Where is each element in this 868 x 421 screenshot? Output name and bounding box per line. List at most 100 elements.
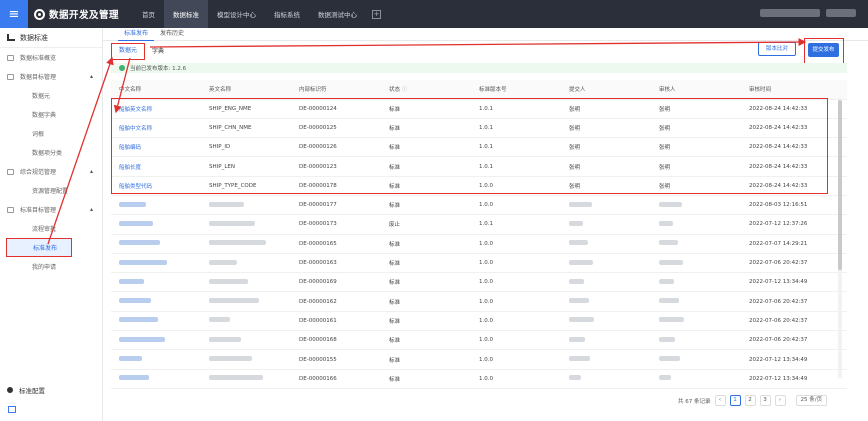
nav-model-design[interactable]: 模型设计中心 (208, 0, 265, 28)
subtab-data-element[interactable]: 数据元 (111, 43, 146, 60)
chart-icon (7, 34, 15, 41)
page-1[interactable]: 1 (729, 395, 741, 406)
cell-submitter: 张明 (561, 156, 651, 177)
sidebar-sub-approval[interactable]: 流程审批 (0, 219, 102, 238)
main-content: 标准发布 发布历史 数据元 字典 版本比对 提交发布 当前已发布版本: 1.2.… (103, 28, 868, 421)
sidebar-sub-dictionary[interactable]: 数据字典 (0, 105, 102, 124)
nav-home[interactable]: 首页 (133, 0, 164, 28)
sidebar-sub-data-element[interactable]: 数据元 (0, 86, 102, 105)
nav-metrics[interactable]: 指标系统 (265, 0, 309, 28)
table-row[interactable]: 船舶类型代码 SHIP_TYPE_CODE DE-00000178 标准 1.0.0 张明… (111, 176, 847, 196)
col-submitter[interactable]: 提交人 (561, 80, 651, 100)
redacted-text (569, 201, 592, 207)
cell-reviewer (651, 195, 741, 216)
sidebar-title: 数据标准 (0, 28, 102, 48)
user-avatar[interactable] (826, 9, 856, 17)
col-en-name[interactable]: 英文名称 (201, 80, 291, 100)
sidebar-sub-resource-config[interactable]: 资源管理配置 (0, 181, 102, 200)
cell-cn-name[interactable]: 船舶编码 (111, 137, 201, 158)
cell-internal-id: DE-00000126 (291, 137, 381, 158)
sidebar-item-standard-target[interactable]: 标准目标管理 ▴ (0, 200, 102, 219)
cell-submitter (561, 234, 651, 254)
cell-status: 标准 (381, 156, 471, 177)
page-size-select[interactable]: 25 条/页 (795, 395, 828, 406)
table-row[interactable]: DE-00000169 标准 1.0.0 2022-07-12 13:34:49 (111, 272, 847, 293)
cell-status: 标准 (381, 291, 471, 312)
cell-version: 1.0.0 (471, 349, 561, 370)
col-review-time[interactable]: 审核时间 (741, 80, 847, 100)
table-row[interactable]: 船舶编码 SHIP_ID DE-00000126 标准 1.0.1 张明 张明 2022-08… (111, 137, 847, 158)
collapse-icon[interactable] (8, 406, 16, 413)
cell-cn-name[interactable] (111, 369, 201, 389)
cell-cn-name[interactable] (111, 330, 201, 351)
subtab-dictionary[interactable]: 字典 (145, 45, 171, 59)
page-2[interactable]: 2 (744, 395, 756, 406)
table-row[interactable]: DE-00000168 标准 1.0.0 2022-07-06 20:42:37 (111, 330, 847, 351)
col-reviewer[interactable]: 审核人 (651, 80, 741, 100)
table-row[interactable]: 船舶英文名称 SHIP_ENG_NME DE-00000124 标准 1.0.1 张明 张明… (111, 99, 847, 119)
table-row[interactable]: DE-00000163 标准 1.0.0 2022-07-06 20:42:37 (111, 253, 847, 274)
cell-reviewer: 张明 (651, 99, 741, 119)
cell-cn-name[interactable] (111, 349, 201, 370)
cell-version: 1.0.0 (471, 253, 561, 274)
redacted-text (569, 356, 590, 361)
cell-reviewer: 张明 (651, 118, 741, 139)
tab-history[interactable]: 发布历史 (154, 28, 190, 41)
sidebar-sub-classification[interactable]: 数据项分类 (0, 143, 102, 162)
chevron-up-icon: ▴ (89, 206, 93, 213)
cell-cn-name[interactable] (111, 253, 201, 274)
page-3[interactable]: 3 (759, 395, 771, 406)
col-internal-id[interactable]: 内部标识符 (291, 80, 381, 100)
redacted-text (209, 336, 241, 342)
table-row[interactable]: 船舶长度 SHIP_LEN DE-00000123 标准 1.0.1 张明 张明 2022-0… (111, 156, 847, 177)
cell-cn-name[interactable] (111, 291, 201, 312)
cell-cn-name[interactable] (111, 234, 201, 254)
table-row[interactable]: DE-00000162 标准 1.0.0 2022-07-06 20:42:37 (111, 291, 847, 312)
cell-cn-name[interactable]: 船舶类型代码 (111, 176, 201, 196)
add-tab-icon[interactable]: + (372, 9, 382, 19)
prev-page-icon[interactable]: ‹ (714, 395, 726, 406)
cell-cn-name[interactable]: 船舶英文名称 (111, 99, 201, 119)
menu-icon[interactable]: ≡ (0, 0, 28, 28)
submit-publish-button[interactable]: 提交发布 (808, 43, 839, 57)
tab-publish[interactable]: 标准发布 (118, 28, 155, 41)
table-row[interactable]: DE-00000155 标准 1.0.0 2022-07-12 13:34:49 (111, 349, 847, 370)
cell-cn-name[interactable]: 船舶中文名称 (111, 118, 201, 139)
redacted-text (119, 336, 165, 342)
table-row[interactable]: DE-00000161 标准 1.0.0 2022-07-06 20:42:37 (111, 311, 847, 332)
sidebar-sub-root[interactable]: 词根 (0, 124, 102, 143)
redacted-text (659, 375, 671, 381)
sidebar-item-target-mgmt[interactable]: 数据目标管理 ▴ (0, 67, 102, 86)
redacted-text (209, 240, 266, 246)
nav-data-standard[interactable]: 数据标准 (164, 0, 209, 28)
cell-status: 废止 (381, 214, 471, 235)
cell-en-name (201, 369, 291, 389)
col-cn-name[interactable]: 中文名称 (111, 80, 201, 100)
redacted-text (119, 259, 167, 265)
table-row[interactable]: 船舶中文名称 SHIP_CHN_NME DE-00000125 标准 1.0.1 张明 张明… (111, 118, 847, 139)
table-row[interactable]: DE-00000177 标准 1.0.0 2022-08-03 12:16:51 (111, 195, 847, 216)
user-area[interactable] (760, 9, 856, 17)
redacted-text (119, 201, 146, 207)
cell-cn-name[interactable] (111, 272, 201, 293)
cell-cn-name[interactable] (111, 311, 201, 332)
version-compare-button[interactable]: 版本比对 (758, 42, 796, 56)
table-row[interactable]: DE-00000173 废止 1.0.1 2022-07-12 12:37:26 (111, 214, 847, 235)
scrollbar-thumb[interactable] (838, 100, 842, 270)
cell-reviewer: 张明 (651, 176, 741, 196)
cell-cn-name[interactable] (111, 214, 201, 235)
table-row[interactable]: DE-00000166 标准 1.0.0 2022-07-12 13:34:49 (111, 369, 847, 389)
sidebar-sub-my-apply[interactable]: 我的申请 (0, 257, 102, 276)
redacted-text (569, 317, 594, 323)
table-row[interactable]: DE-00000165 标准 1.0.0 2022-07-07 14:29:21 (111, 234, 847, 254)
sidebar-config[interactable]: 标准配置 (7, 385, 45, 395)
col-status[interactable]: 状态 ⓘ (381, 80, 471, 100)
nav-data-test[interactable]: 数据测试中心 (309, 0, 366, 28)
sidebar-item-spec-mgmt[interactable]: 综合规范管理 ▴ (0, 162, 102, 181)
cell-cn-name[interactable]: 船舶长度 (111, 156, 201, 177)
sidebar-item-overview[interactable]: 数据标准概览 (0, 48, 102, 67)
next-page-icon[interactable]: › (774, 395, 786, 406)
col-version[interactable]: 标准版本号 (471, 80, 561, 100)
sidebar-sub-publish[interactable]: 标准发布 (6, 238, 72, 257)
cell-cn-name[interactable] (111, 195, 201, 216)
